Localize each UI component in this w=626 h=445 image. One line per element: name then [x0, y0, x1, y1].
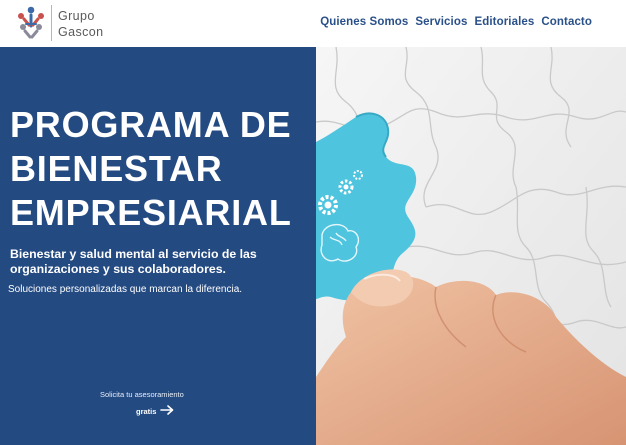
hero-title-line-3: EMPRESIARIAL — [10, 192, 292, 233]
cta-block: Solicita tu asesoramiento gratis — [100, 390, 220, 420]
cta-label: Solicita tu asesoramiento — [100, 390, 184, 399]
cta-free-link[interactable]: gratis — [136, 402, 220, 420]
hero-title: PROGRAMA DE BIENESTAR EMPRESIARIAL — [10, 103, 292, 235]
cta-link-text[interactable]: gratis — [136, 407, 156, 416]
arrow-right-icon[interactable] — [160, 402, 174, 420]
puzzle-photo — [316, 47, 626, 445]
nav-contacto[interactable]: Contacto — [541, 16, 592, 28]
brand-line-2: Gascon — [58, 25, 104, 39]
hero-text-panel: PROGRAMA DE BIENESTAR EMPRESIARIAL Biene… — [0, 47, 316, 445]
hero-puzzle-image — [316, 47, 626, 445]
hero-title-line-1: PROGRAMA DE — [10, 104, 292, 145]
hero-title-line-2: BIENESTAR — [10, 148, 223, 189]
site-header: Grupo Gascon Quienes Somos Servicios Edi… — [0, 0, 626, 47]
hero-description: Soluciones personalizadas que marcan la … — [8, 284, 243, 295]
people-logo-icon[interactable] — [14, 4, 48, 42]
hero-subtitle: Bienestar y salud mental al servicio de … — [10, 247, 257, 276]
nav-editoriales[interactable]: Editoriales — [474, 16, 534, 28]
brand-name[interactable]: Grupo Gascon — [58, 8, 103, 40]
logo-divider — [51, 5, 52, 41]
nav-quienes-somos[interactable]: Quienes Somos — [320, 16, 408, 28]
nav-servicios[interactable]: Servicios — [415, 16, 467, 28]
main-nav: Quienes Somos Servicios Editoriales Cont… — [320, 16, 592, 28]
brand-line-1: Grupo — [58, 9, 95, 23]
